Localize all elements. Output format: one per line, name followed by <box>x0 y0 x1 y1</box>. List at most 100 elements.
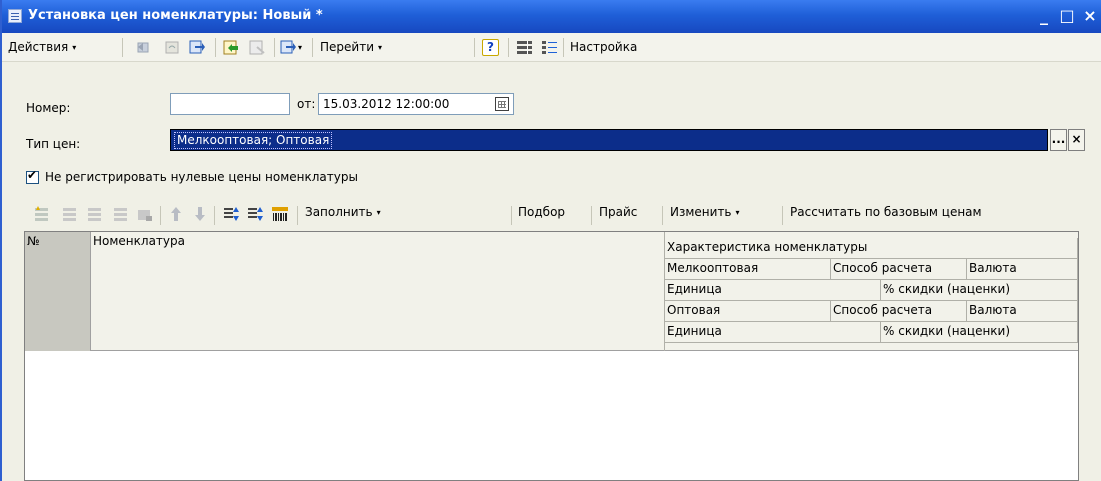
list-settings-icon[interactable] <box>541 39 558 56</box>
window-title: Установка цен номенклатуры: Новый * <box>28 8 323 23</box>
actions-menu[interactable]: Действия ▾ <box>8 37 76 58</box>
unpost-document-icon[interactable] <box>249 39 266 56</box>
close-button[interactable]: × <box>1080 6 1100 26</box>
list-settings-icon-svg <box>542 41 557 54</box>
move-down-icon-svg <box>195 207 205 221</box>
add-row-icon-svg <box>35 206 48 221</box>
chevron-down-icon: ▾ <box>376 208 381 217</box>
nomenclature-header[interactable]: Номенклатура <box>91 232 665 351</box>
fill-menu-label: Заполнить <box>305 205 373 219</box>
wholesale-header[interactable]: Оптовая <box>665 301 831 322</box>
prices-table[interactable]: № Номенклатура Характеристика номенклату… <box>24 231 1079 481</box>
sort-ascending-icon-svg <box>224 207 239 221</box>
document-icon <box>8 9 22 23</box>
end-edit-icon-svg <box>138 210 152 221</box>
price-type-field[interactable]: Мелкооптовая; Оптовая <box>170 129 1048 151</box>
minimize-button[interactable]: _ <box>1034 6 1054 26</box>
goto-menu-label: Перейти <box>320 40 374 54</box>
date-value: 15.03.2012 12:00:00 <box>323 97 450 111</box>
barcode-icon[interactable] <box>271 205 289 223</box>
fill-menu[interactable]: Заполнить ▾ <box>305 202 381 223</box>
discount-header-1[interactable]: % скидки (наценки) <box>881 280 1078 301</box>
calc-method-header-1[interactable]: Способ расчета <box>831 259 967 280</box>
refresh-icon[interactable] <box>164 39 181 56</box>
add-row-icon[interactable] <box>32 205 50 223</box>
maximize-button[interactable]: □ <box>1057 6 1077 26</box>
toolbar-separator <box>160 206 161 225</box>
delete-row-icon-svg <box>114 208 127 221</box>
sort-descending-icon[interactable] <box>247 205 265 223</box>
delete-row-icon[interactable] <box>111 205 129 223</box>
end-edit-icon[interactable] <box>135 205 153 223</box>
price-type-value: Мелкооптовая; Оптовая <box>174 132 333 149</box>
calculate-by-base-prices-button[interactable]: Рассчитать по базовым ценам <box>790 202 982 223</box>
toolbar-separator <box>122 38 123 57</box>
create-based-on-dropdown[interactable]: ▾ <box>298 37 302 58</box>
toolbar-separator <box>563 38 564 57</box>
copy-icon[interactable] <box>189 39 206 56</box>
toolbar-separator <box>591 206 592 225</box>
discount-header-2[interactable]: % скидки (наценки) <box>881 322 1078 343</box>
move-up-icon[interactable] <box>167 205 185 223</box>
number-field[interactable] <box>170 93 290 115</box>
change-menu-label: Изменить <box>670 205 732 219</box>
small-wholesale-header[interactable]: Мелкооптовая <box>665 259 831 280</box>
toolbar-separator <box>508 38 509 57</box>
date-field[interactable]: 15.03.2012 12:00:00 <box>318 93 514 115</box>
copy-row-icon-svg <box>63 208 76 221</box>
help-button[interactable]: ? <box>482 39 499 56</box>
chevron-down-icon: ▾ <box>72 43 77 52</box>
unit-header-1[interactable]: Единица <box>665 280 881 301</box>
back-icon-svg <box>137 42 149 53</box>
copy-row-icon[interactable] <box>60 205 78 223</box>
toolbar-separator <box>274 38 275 57</box>
goto-menu[interactable]: Перейти ▾ <box>320 37 382 58</box>
move-down-icon[interactable] <box>191 205 209 223</box>
row-number-header[interactable]: № <box>25 232 91 351</box>
barcode-icon-svg <box>272 207 288 221</box>
row-number-header-label: № <box>27 234 40 248</box>
table-header: № Номенклатура Характеристика номенклату… <box>25 232 1078 351</box>
toolbar-separator <box>474 38 475 57</box>
actions-menu-label: Действия <box>8 40 69 54</box>
table-body[interactable] <box>25 352 1078 480</box>
calc-method-header-2[interactable]: Способ расчета <box>831 301 967 322</box>
settings-button[interactable]: Настройка <box>570 37 637 58</box>
unpost-document-icon-svg <box>249 40 265 55</box>
zero-prices-checkbox[interactable] <box>26 168 39 184</box>
sort-ascending-icon[interactable] <box>223 205 241 223</box>
main-toolbar: Действия ▾ ▾ Перейти ▾ ? Настройка <box>2 33 1101 62</box>
nomenclature-header-label: Номенклатура <box>93 234 185 248</box>
price-list-button[interactable]: Прайс <box>599 202 637 223</box>
currency-header-1[interactable]: Валюта <box>967 259 1078 280</box>
date-label: от: <box>297 97 316 111</box>
title-bar[interactable]: Установка цен номенклатуры: Новый * _ □ … <box>2 0 1101 33</box>
toolbar-separator <box>215 38 216 57</box>
currency-header-2[interactable]: Валюта <box>967 301 1078 322</box>
characteristic-header[interactable]: Характеристика номенклатуры <box>665 238 1078 259</box>
calendar-icon[interactable] <box>495 97 509 111</box>
unit-header-2[interactable]: Единица <box>665 322 881 343</box>
post-document-icon-svg <box>223 40 238 55</box>
structure-icon-svg <box>517 41 532 54</box>
price-type-label: Тип цен: <box>26 137 81 151</box>
toolbar-separator <box>782 206 783 225</box>
change-menu[interactable]: Изменить ▾ <box>670 202 740 223</box>
sort-descending-icon-svg <box>248 207 263 221</box>
toolbar-separator <box>214 206 215 225</box>
back-icon[interactable] <box>135 39 152 56</box>
select-button[interactable]: ... <box>1050 129 1067 151</box>
zero-prices-label: Не регистрировать нулевые цены номенклат… <box>45 170 358 184</box>
copy-icon-svg <box>189 40 205 54</box>
edit-row-icon[interactable] <box>85 205 103 223</box>
post-document-icon[interactable] <box>223 39 240 56</box>
move-up-icon-svg <box>171 207 181 221</box>
toolbar-separator <box>312 38 313 57</box>
create-based-on-icon[interactable] <box>280 39 297 56</box>
structure-icon[interactable] <box>516 39 533 56</box>
clear-button[interactable]: × <box>1068 129 1085 151</box>
number-label: Номер: <box>26 101 71 115</box>
pick-button[interactable]: Подбор <box>518 202 565 223</box>
chevron-down-icon: ▾ <box>735 208 740 217</box>
toolbar-separator <box>662 206 663 225</box>
